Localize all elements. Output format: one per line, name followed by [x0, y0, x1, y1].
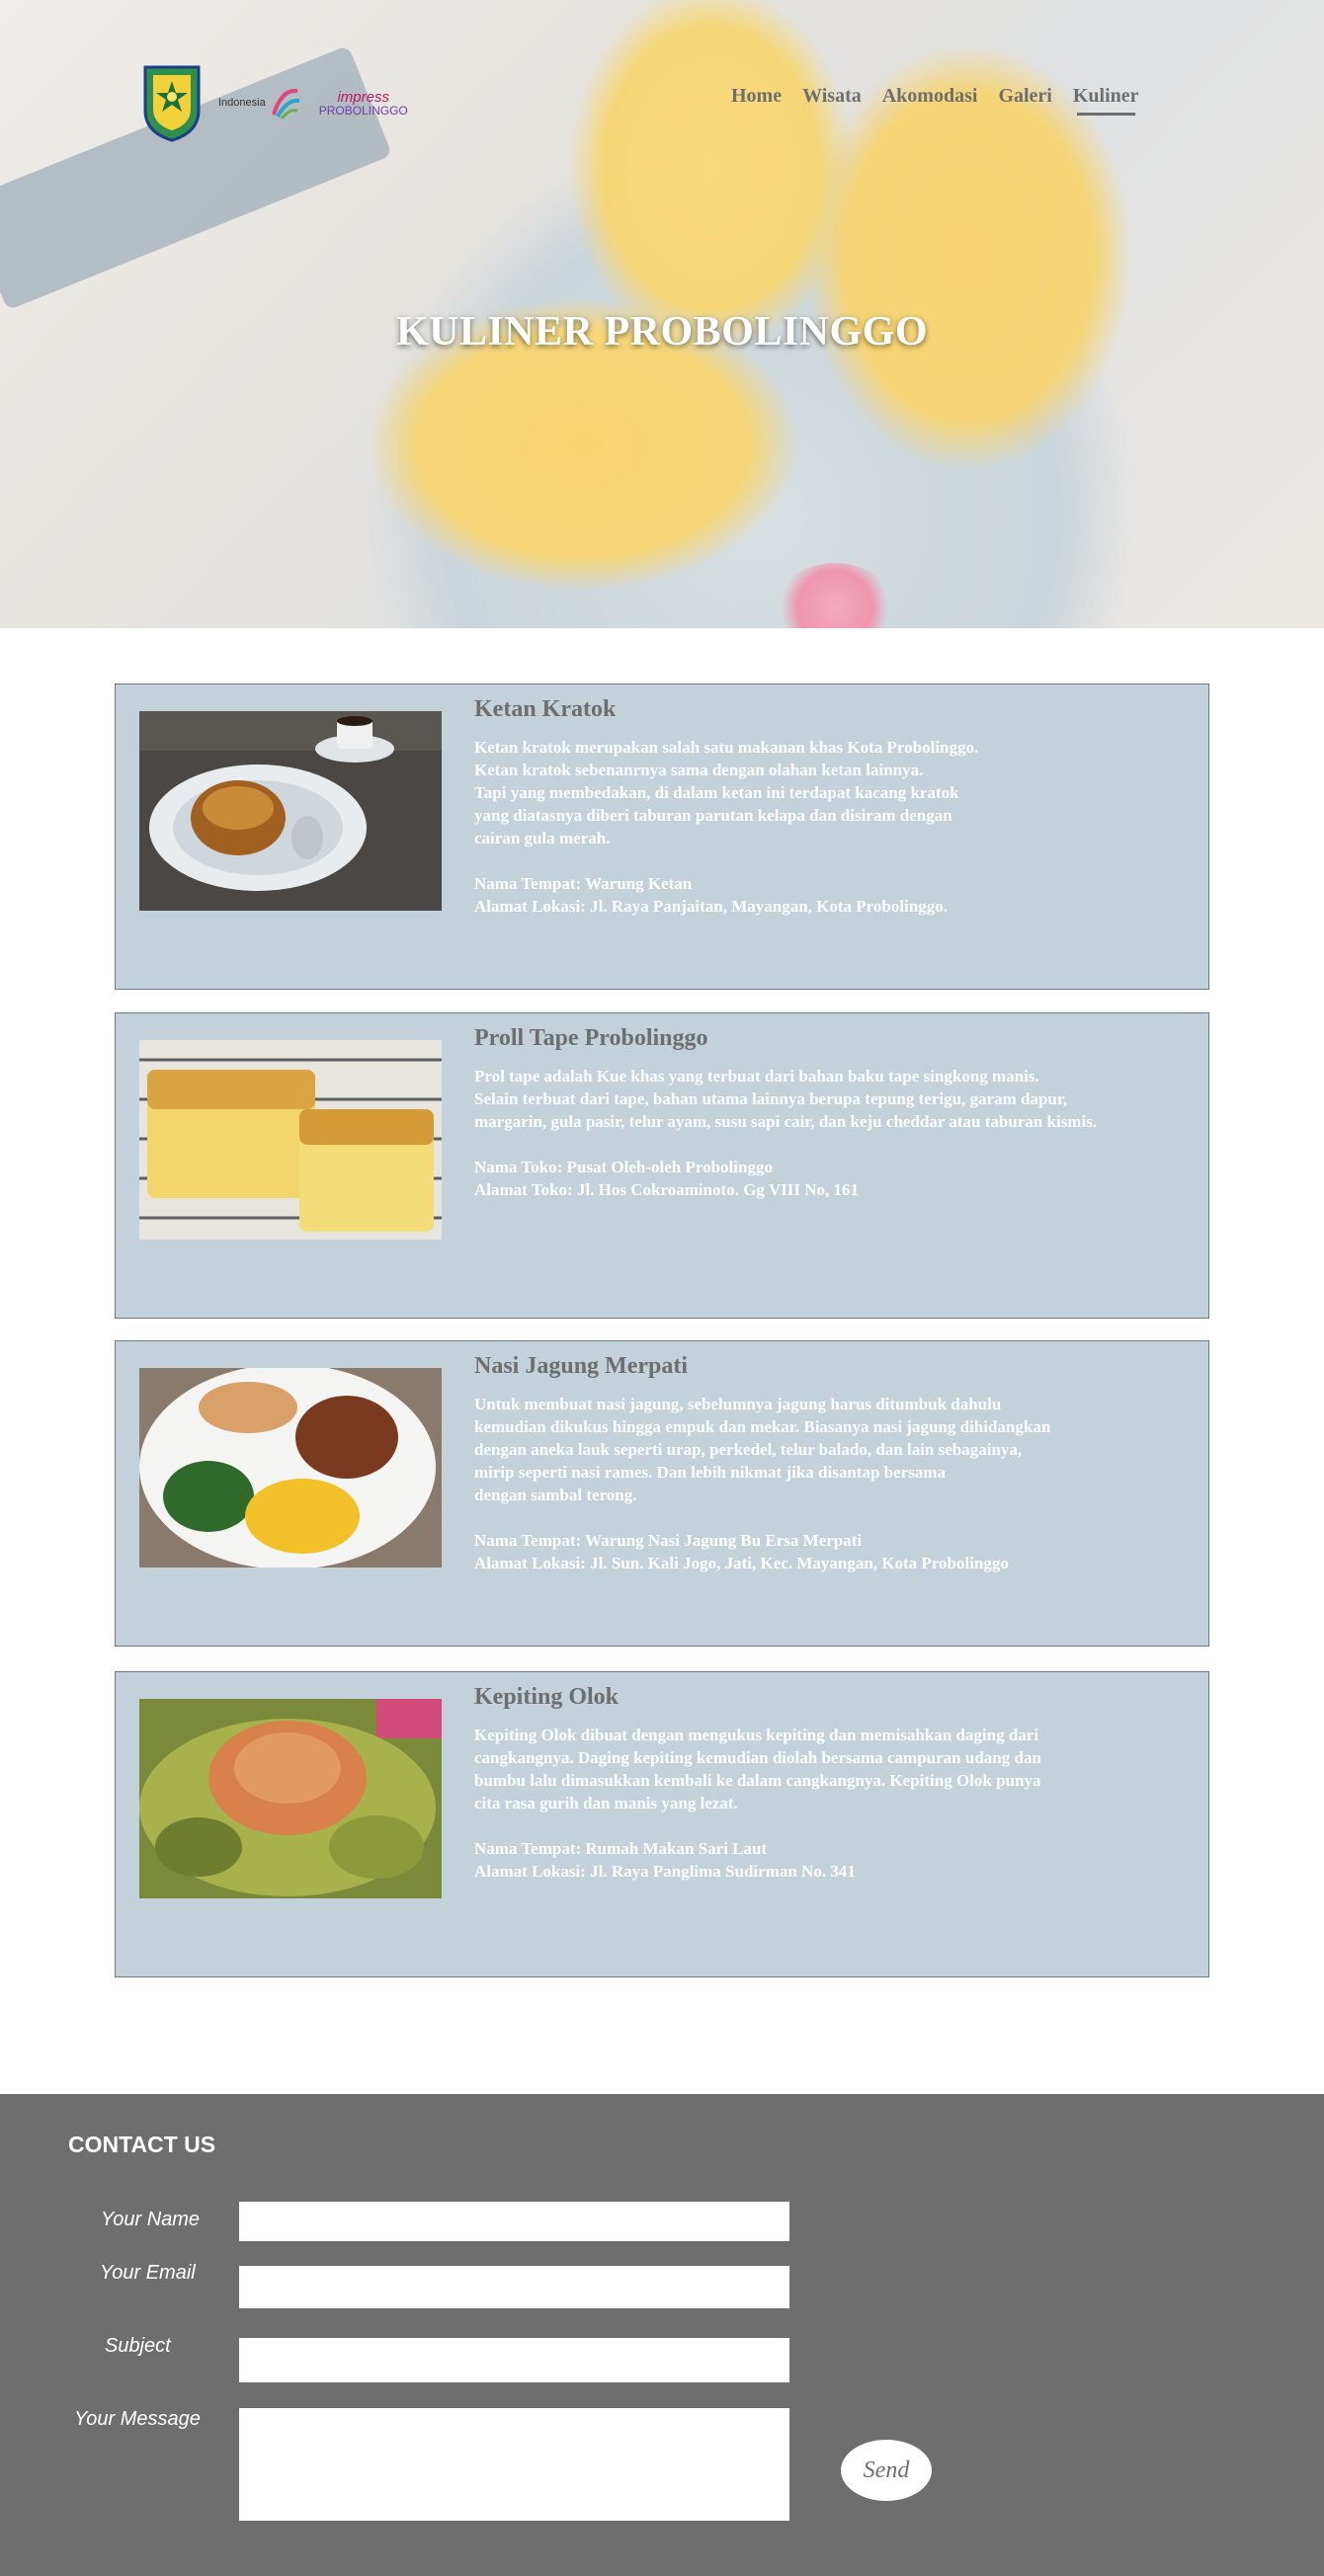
probolinggo-crest-logo[interactable] [141, 63, 203, 142]
impressive-probolinggo-logo[interactable]: impress PROBOLINGGO [319, 90, 408, 117]
card-title: Proll Tape Probolinggo [474, 1025, 708, 1051]
message-label: Your Message [74, 2408, 201, 2430]
card-address: Alamat Lokasi: Jl. Sun. Kali Jogo, Jati,… [474, 1554, 1009, 1572]
contact-title: CONTACT US [68, 2132, 216, 2157]
card-description: Ketan kratok merupakan salah satu makana… [474, 738, 979, 847]
name-input[interactable] [239, 2202, 789, 2241]
nav-home[interactable]: Home [731, 85, 782, 108]
send-button[interactable]: Send [841, 2440, 932, 2501]
culinary-card: Ketan Kratok Ketan kratok merupakan sala… [115, 684, 1209, 990]
card-place: Nama Toko: Pusat Oleh-oleh Probolinggo [474, 1158, 773, 1176]
card-place: Nama Tempat: Warung Nasi Jagung Bu Ersa … [474, 1531, 863, 1550]
card-description: Prol tape adalah Kue khas yang terbuat d… [474, 1067, 1098, 1131]
card-place: Nama Tempat: Rumah Makan Sari Laut [474, 1839, 768, 1858]
message-textarea[interactable] [239, 2408, 789, 2521]
card-description: Untuk membuat nasi jagung, sebelumnya ja… [474, 1395, 1051, 1504]
card-description: Kepiting Olok dibuat dengan mengukus kep… [474, 1726, 1041, 1812]
impressive-text: impress [337, 88, 389, 106]
main-nav: Home Wisata Akomodasi Galeri Kuliner [731, 85, 1160, 116]
wonderful-indonesia-text: Indonesia [218, 97, 266, 109]
nav-wisata[interactable]: Wisata [802, 85, 862, 108]
subject-input[interactable] [239, 2338, 789, 2382]
nav-galeri[interactable]: Galeri [998, 85, 1051, 108]
card-body: Untuk membuat nasi jagung, sebelumnya ja… [474, 1393, 1050, 1574]
culinary-card: Nasi Jagung Merpati Untuk membuat nasi j… [115, 1340, 1209, 1647]
card-address: Alamat Lokasi: Jl. Raya Panjaitan, Mayan… [474, 897, 949, 916]
card-address: Alamat Lokasi: Jl. Raya Panglima Sudirma… [474, 1862, 856, 1881]
page-title: KULINER PROBOLINGGO [395, 309, 929, 355]
nav-kuliner[interactable]: Kuliner [1073, 85, 1139, 116]
nasi-jagung-image [139, 1368, 442, 1568]
culinary-card: Proll Tape Probolinggo Prol tape adalah … [115, 1012, 1209, 1319]
culinary-card: Kepiting Olok Kepiting Olok dibuat denga… [115, 1671, 1209, 1977]
card-place: Nama Tempat: Warung Ketan [474, 874, 693, 893]
email-label: Your Email [100, 2262, 196, 2284]
card-address: Alamat Toko: Jl. Hos Cokroaminoto. Gg VI… [474, 1180, 860, 1199]
nav-akomodasi[interactable]: Akomodasi [882, 85, 978, 108]
email-input[interactable] [239, 2266, 789, 2308]
header-logos: Indonesia impress PROBOLINGGO [141, 61, 408, 144]
name-label: Your Name [101, 2209, 201, 2230]
card-title: Ketan Kratok [474, 696, 617, 722]
card-title: Nasi Jagung Merpati [474, 1353, 688, 1379]
contact-footer: CONTACT US Your Name Your Email Subject … [0, 2094, 1324, 2576]
probolinggo-logo-text: PROBOLINGGO [318, 103, 408, 118]
card-body: Prol tape adalah Kue khas yang terbuat d… [474, 1065, 1097, 1201]
card-body: Kepiting Olok dibuat dengan mengukus kep… [474, 1724, 1041, 1883]
card-body: Ketan kratok merupakan salah satu makana… [474, 736, 978, 918]
wonderful-indonesia-logo[interactable]: Indonesia [218, 85, 303, 121]
subject-label: Subject [105, 2335, 171, 2357]
wonderful-indonesia-icon [271, 88, 300, 120]
kepiting-olok-image [139, 1699, 442, 1898]
ketan-kratok-image [139, 711, 442, 911]
card-title: Kepiting Olok [474, 1684, 620, 1710]
hero-banner: Indonesia impress PROBOLINGGO Home Wisat… [0, 0, 1324, 628]
proll-tape-image [139, 1040, 442, 1240]
